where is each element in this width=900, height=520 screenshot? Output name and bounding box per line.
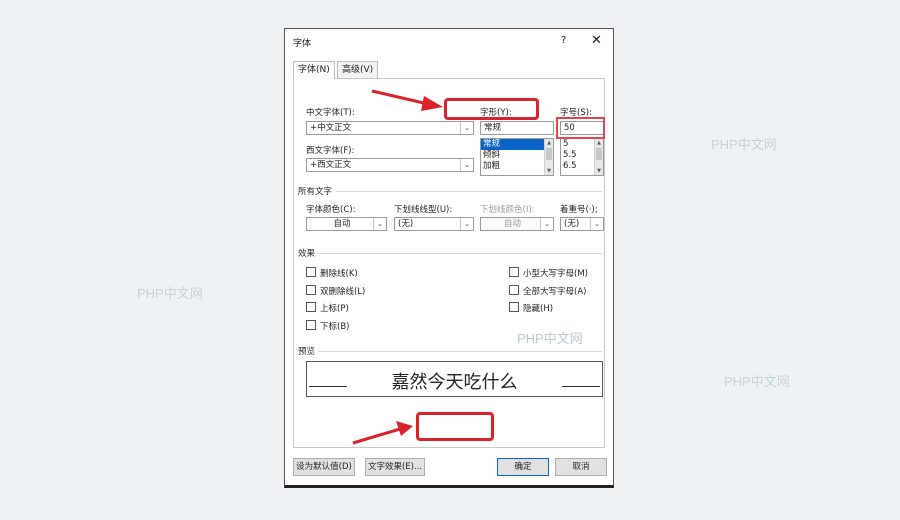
arrow-icon bbox=[371, 89, 443, 111]
highlight-box bbox=[556, 117, 605, 139]
arrow-icon bbox=[352, 421, 413, 445]
highlight-box bbox=[444, 98, 539, 120]
annotation-layer bbox=[352, 89, 443, 445]
tab-font[interactable]: 字体(N) bbox=[293, 61, 335, 79]
highlight-box bbox=[416, 412, 494, 441]
watermark: PHP中文网 bbox=[517, 331, 583, 346]
tab-label: 字体(N) bbox=[298, 65, 330, 75]
